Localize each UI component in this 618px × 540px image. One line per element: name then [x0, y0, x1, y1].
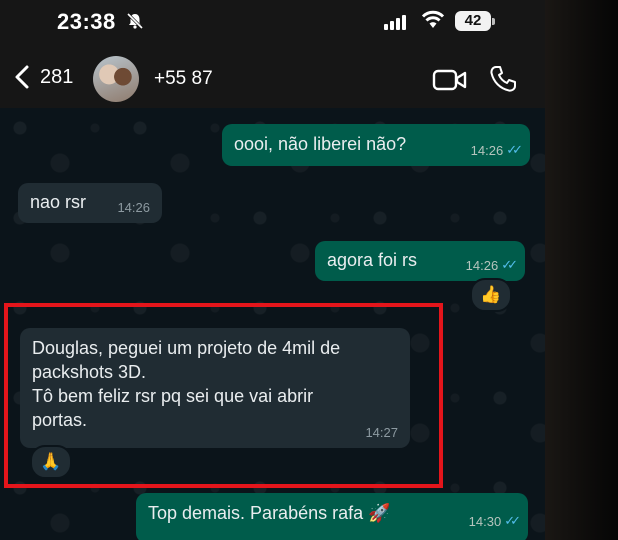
- chat-header: 281 +55 87: [0, 48, 545, 108]
- message-bubble-outgoing[interactable]: Top demais. Parabéns rafa 🚀 14:30 ✓✓: [136, 493, 528, 540]
- chevron-left-icon[interactable]: [12, 64, 32, 90]
- message-meta: 14:26 ✓✓: [465, 257, 518, 273]
- message-time: 14:26: [470, 142, 504, 158]
- reaction-thumbs-up[interactable]: 👍: [470, 278, 512, 312]
- message-time: 14:26: [465, 257, 499, 273]
- message-time: 14:30: [468, 513, 502, 529]
- phone-call-icon[interactable]: [488, 64, 518, 94]
- message-text: nao rsr: [30, 192, 87, 212]
- battery-icon: 42: [455, 11, 495, 31]
- message-text: oooi, não liberei não?: [234, 134, 407, 154]
- message-bubble-outgoing[interactable]: oooi, não liberei não? 14:26 ✓✓: [222, 124, 530, 166]
- contact-name[interactable]: +55 87: [154, 68, 213, 90]
- status-time: 23:38: [57, 9, 116, 34]
- message-time: 14:26: [117, 200, 150, 215]
- message-text: Top demais. Parabéns rafa 🚀: [148, 503, 391, 523]
- bell-muted-icon: [126, 12, 144, 30]
- background-edge: [545, 0, 618, 540]
- read-ticks-icon: ✓✓: [501, 257, 518, 272]
- read-ticks-icon: ✓✓: [504, 513, 521, 528]
- signal-icon: [384, 15, 406, 30]
- highlight-box: [4, 303, 443, 488]
- read-ticks-icon: ✓✓: [506, 142, 523, 157]
- video-call-icon[interactable]: [432, 68, 468, 92]
- phone-screen: 23:38 42 281 +55 87 oooi, não liberei nã…: [0, 0, 545, 540]
- message-text: agora foi rs: [327, 250, 418, 270]
- message-meta: 14:26: [117, 200, 150, 215]
- avatar[interactable]: [93, 56, 139, 102]
- message-meta: 14:26 ✓✓: [470, 142, 523, 158]
- wifi-icon: [421, 10, 445, 28]
- message-bubble-incoming[interactable]: nao rsr 14:26: [18, 183, 162, 223]
- message-bubble-outgoing[interactable]: agora foi rs 14:26 ✓✓: [315, 241, 525, 281]
- message-meta: 14:30 ✓✓: [468, 513, 521, 529]
- status-bar: 23:38 42: [0, 0, 545, 48]
- back-unread-count[interactable]: 281: [40, 66, 73, 89]
